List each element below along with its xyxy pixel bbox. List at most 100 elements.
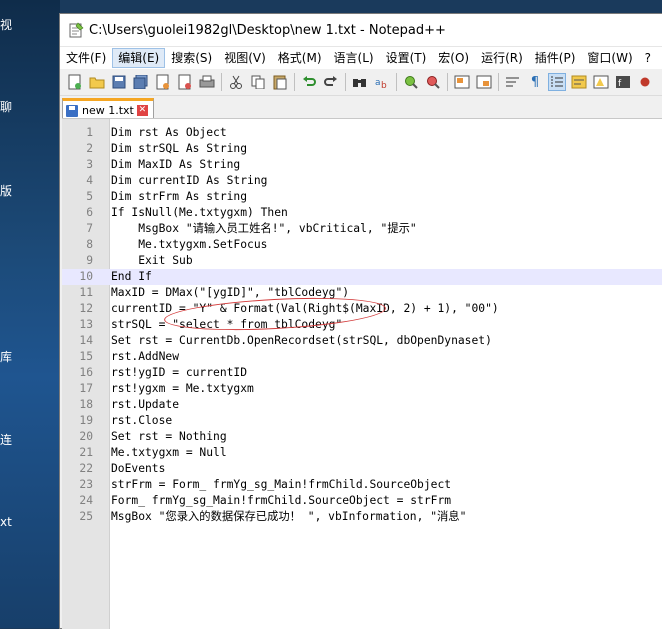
- line-number: 22: [79, 462, 93, 475]
- code-line[interactable]: 17 rst!ygxm = Me.txtygxm: [62, 381, 662, 397]
- redo-icon[interactable]: [322, 73, 340, 91]
- sync-vertical-icon[interactable]: [453, 73, 471, 91]
- code-line[interactable]: 15 rst.AddNew: [62, 349, 662, 365]
- word-wrap-icon[interactable]: [504, 73, 522, 91]
- toolbar-separator: [221, 73, 222, 91]
- code-line[interactable]: 9 Exit Sub: [62, 253, 662, 269]
- zoom-in-icon[interactable]: [402, 73, 420, 91]
- undo-icon[interactable]: [300, 73, 318, 91]
- code-line[interactable]: 20 Set rst = Nothing: [62, 429, 662, 445]
- paste-icon[interactable]: [271, 73, 289, 91]
- menu-edit[interactable]: 编辑(E): [112, 48, 166, 68]
- save-all-icon[interactable]: [132, 73, 150, 91]
- close-all-icon[interactable]: [176, 73, 194, 91]
- line-number: 2: [86, 142, 93, 155]
- new-file-icon[interactable]: [66, 73, 84, 91]
- print-icon[interactable]: [198, 73, 216, 91]
- open-folder-icon[interactable]: [88, 73, 106, 91]
- toolbar-separator: [447, 73, 448, 91]
- menu-file[interactable]: 文件(F): [60, 48, 112, 68]
- desktop-icon-label[interactable]: 聊: [0, 98, 12, 115]
- code-text: Me.txtygxm = Null: [111, 446, 227, 459]
- code-line[interactable]: 8 Me.txtygxm.SetFocus: [62, 237, 662, 253]
- tab-new-1[interactable]: new 1.txt ✕: [62, 98, 154, 120]
- code-line[interactable]: 16 rst!ygID = currentID: [62, 365, 662, 381]
- desktop-icon-label[interactable]: 库: [0, 348, 12, 365]
- code-line[interactable]: 11 MaxID = DMax("[ygID]", "tblCodeyg"): [62, 285, 662, 301]
- menu-window[interactable]: 窗口(W): [581, 48, 638, 68]
- close-file-icon[interactable]: [154, 73, 172, 91]
- code-line[interactable]: 13 strSQL = "select * from tblCodeyg": [62, 317, 662, 333]
- line-number: 24: [79, 494, 93, 507]
- code-text: rst.Update: [111, 398, 180, 411]
- cut-icon[interactable]: [227, 73, 245, 91]
- desktop-background: 视 聊 版 库 连 xt: [0, 0, 60, 628]
- code-line[interactable]: 4 Dim currentID As String: [62, 173, 662, 189]
- menu-run[interactable]: 运行(R): [475, 48, 529, 68]
- toolbar-separator: [396, 73, 397, 91]
- line-number: 19: [79, 414, 93, 427]
- line-number: 3: [86, 158, 93, 171]
- code-text: rst!ygxm = Me.txtygxm: [111, 382, 254, 395]
- code-line[interactable]: 3 Dim MaxID As String: [62, 157, 662, 173]
- sync-horizontal-icon[interactable]: [475, 73, 493, 91]
- desktop-icon-label[interactable]: 视: [0, 16, 12, 33]
- show-all-chars-icon[interactable]: ¶: [526, 73, 544, 91]
- code-text: Set rst = Nothing: [111, 430, 227, 443]
- code-line[interactable]: 1 Dim rst As Object: [62, 125, 662, 141]
- line-number: 1: [86, 126, 93, 139]
- code-line[interactable]: 23 strFrm = Form_ frmYg_sg_Main!frmChild.…: [62, 477, 662, 493]
- desktop-icon-label[interactable]: 版: [0, 182, 12, 199]
- code-line[interactable]: 18 rst.Update: [62, 397, 662, 413]
- line-number: 6: [86, 206, 93, 219]
- code-line[interactable]: 24 Form_ frmYg_sg_Main!frmChild.SourceObj…: [62, 493, 662, 509]
- menu-plugins[interactable]: 插件(P): [529, 48, 582, 68]
- code-line[interactable]: 10 End If: [62, 269, 662, 285]
- code-line[interactable]: 6 If IsNull(Me.txtygxm) Then: [62, 205, 662, 221]
- user-language-icon[interactable]: [570, 73, 588, 91]
- code-line[interactable]: 21 Me.txtygxm = Null: [62, 445, 662, 461]
- close-tab-icon[interactable]: ✕: [136, 105, 148, 116]
- code-line[interactable]: 19 rst.Close: [62, 413, 662, 429]
- zoom-out-icon[interactable]: [424, 73, 442, 91]
- replace-icon[interactable]: ab: [373, 73, 391, 91]
- code-line[interactable]: 14 Set rst = CurrentDb.OpenRecordset(strS…: [62, 333, 662, 349]
- line-number: 21: [79, 446, 93, 459]
- title-bar[interactable]: C:\Users\guolei1982gl\Desktop\new 1.txt …: [60, 14, 662, 47]
- desktop-icon-label[interactable]: xt: [0, 515, 12, 529]
- document-map-icon[interactable]: [592, 73, 610, 91]
- menu-language[interactable]: 语言(L): [328, 48, 380, 68]
- unsaved-file-icon: [66, 104, 78, 117]
- line-number: 10: [79, 270, 93, 283]
- desktop-icon-label[interactable]: 连: [0, 431, 12, 448]
- record-macro-icon[interactable]: [636, 73, 654, 91]
- tab-bar: new 1.txt ✕: [60, 96, 662, 120]
- code-line[interactable]: 25 MsgBox "您录入的数据保存已成功！ ", vbInformation,…: [62, 509, 662, 525]
- menu-format[interactable]: 格式(M): [272, 48, 328, 68]
- line-number: 16: [79, 366, 93, 379]
- menu-view[interactable]: 视图(V): [218, 48, 272, 68]
- function-list-icon[interactable]: f: [614, 73, 632, 91]
- code-text: Dim MaxID As String: [111, 158, 241, 171]
- menu-bar: 文件(F) 编辑(E) 搜索(S) 视图(V) 格式(M) 语言(L) 设置(T…: [60, 47, 662, 69]
- code-text: rst!ygID = currentID: [111, 366, 248, 379]
- code-text: Dim strFrm As string: [111, 190, 248, 203]
- line-number: 12: [79, 302, 93, 315]
- menu-macro[interactable]: 宏(O): [432, 48, 475, 68]
- code-line[interactable]: 22 DoEvents: [62, 461, 662, 477]
- code-line[interactable]: 7 MsgBox "请输入员工姓名!", vbCritical, "提示": [62, 221, 662, 237]
- code-lines: 1 Dim rst As Object 2 Dim strSQL As String 3…: [62, 125, 662, 525]
- menu-settings[interactable]: 设置(T): [380, 48, 433, 68]
- code-editor[interactable]: 1 Dim rst As Object 2 Dim strSQL As String 3…: [62, 118, 662, 629]
- menu-help[interactable]: ?: [639, 48, 657, 68]
- menu-search[interactable]: 搜索(S): [165, 48, 218, 68]
- find-icon[interactable]: [351, 73, 369, 91]
- code-text: Dim strSQL As String: [111, 142, 248, 155]
- copy-icon[interactable]: [249, 73, 267, 91]
- save-icon[interactable]: [110, 73, 128, 91]
- code-text: Form_ frmYg_sg_Main!frmChild.SourceObjec…: [111, 494, 452, 507]
- code-line[interactable]: 2 Dim strSQL As String: [62, 141, 662, 157]
- svg-text:b: b: [381, 81, 387, 89]
- code-line[interactable]: 5 Dim strFrm As string: [62, 189, 662, 205]
- indent-guide-icon[interactable]: [548, 73, 566, 91]
